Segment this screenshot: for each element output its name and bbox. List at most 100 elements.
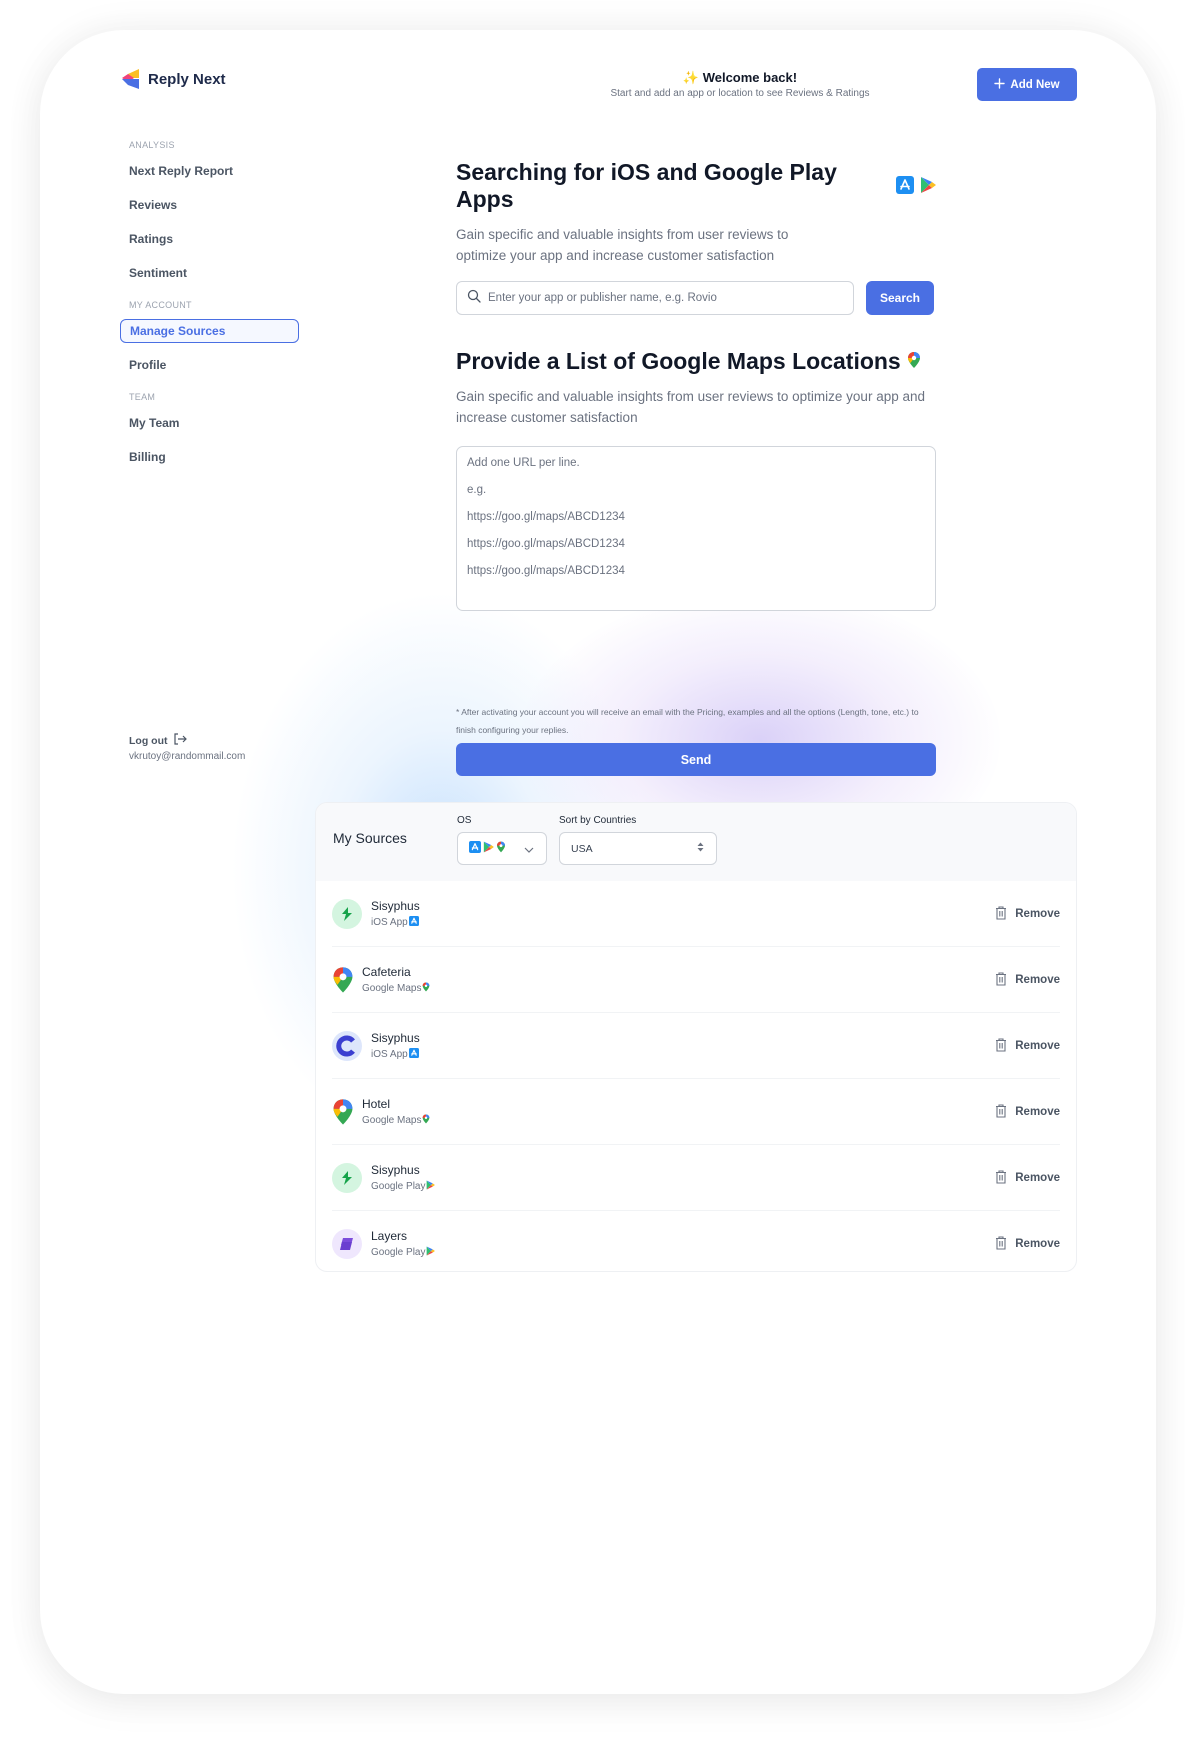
trash-icon [995,905,1007,923]
url-placeholder-line: https://goo.gl/maps/ABCD1234 [467,538,625,550]
source-name: Sisyphus [371,898,420,913]
remove-source-button[interactable]: Remove [995,1145,1060,1211]
source-name: Cafeteria [362,964,411,979]
sidebar-item-manage-sources[interactable]: Manage Sources [120,319,299,343]
source-type: Google Play [371,1180,436,1193]
sources-title: My Sources [333,830,407,846]
source-type-text: iOS App [371,916,408,928]
search-button[interactable]: Search [866,281,934,315]
reply-next-logo-icon [120,67,142,91]
sort-arrows-icon [697,842,704,855]
google-play-icon [483,840,494,858]
sidebar-item-my-team[interactable]: My Team [120,406,310,440]
remove-label: Remove [1015,908,1060,920]
app-name: Reply Next [148,70,226,88]
remove-label: Remove [1015,1172,1060,1184]
source-row: Sisyphus iOS App Remove [332,881,1060,947]
google-play-icon [920,173,936,200]
remove-label: Remove [1015,974,1060,986]
source-type: iOS App [371,915,420,929]
maps-url-textarea[interactable]: Add one URL per line. e.g. https://goo.g… [456,446,936,611]
app-search-input-wrapper[interactable] [456,281,854,315]
google-maps-pin-avatar [332,965,354,995]
layers-app-avatar [332,1229,362,1259]
google-play-icon [426,1180,436,1193]
remove-source-button[interactable]: Remove [995,1211,1060,1271]
plus-icon [994,77,1006,92]
source-type-text: iOS App [371,1048,408,1060]
sources-header: My Sources OS Sort by Countries USA [316,803,1076,881]
logout-label: Log out [129,734,168,747]
app-store-icon [896,173,914,200]
os-filter-select[interactable] [457,832,547,865]
source-type-text: Google Play [371,1180,426,1192]
logo[interactable]: Reply Next [120,67,226,91]
welcome-title: ✨ Welcome back! [500,70,980,86]
sparkles-icon: ✨ [682,70,700,85]
sidebar-item-billing[interactable]: Billing [120,440,310,474]
url-placeholder-line: https://goo.gl/maps/ABCD1234 [467,511,625,523]
remove-source-button[interactable]: Remove [995,947,1060,1013]
add-new-label: Add New [1010,78,1060,91]
welcome-banner: ✨ Welcome back! Start and add an app or … [500,70,980,99]
my-sources-card: My Sources OS Sort by Countries USA Sisy… [315,802,1077,1272]
sidebar-item-profile[interactable]: Profile [120,348,310,382]
sidebar-item-sentiment[interactable]: Sentiment [120,256,310,290]
sisyphus-app-avatar [332,1030,362,1061]
google-maps-icon [907,348,921,375]
app-store-icon [408,1047,419,1061]
source-type: Google Maps [362,982,430,995]
source-name: Sisyphus [371,1162,420,1177]
country-selected-value: USA [571,842,593,855]
app-store-icon [469,840,481,858]
remove-source-button[interactable]: Remove [995,1013,1060,1079]
sources-list: Sisyphus iOS App Remove Cafeteria Google… [316,881,1076,1271]
source-name: Hotel [362,1096,391,1111]
sisyphus-app-avatar [332,898,362,929]
remove-label: Remove [1015,1238,1060,1250]
app-search-section: Searching for iOS and Google Play Apps G… [456,159,936,315]
remove-label: Remove [1015,1040,1060,1052]
sidebar-item-ratings[interactable]: Ratings [120,222,310,256]
sidebar-item-reviews[interactable]: Reviews [120,188,310,222]
source-type: Google Play [371,1246,436,1259]
sisyphus-app-avatar [332,1162,362,1193]
maps-locations-section: Provide a List of Google Maps Locations … [456,348,936,611]
send-button[interactable]: Send [456,743,936,776]
account-footer: Log out vkrutoy@randommail.com [129,733,245,762]
trash-icon [995,1037,1007,1055]
app-search-title: Searching for iOS and Google Play Apps [456,159,936,213]
activation-note: * After activating your account you will… [456,707,919,735]
app-search-input[interactable] [488,292,828,304]
sidebar-item-next-reply-report[interactable]: Next Reply Report [120,154,310,188]
app-store-icon [408,915,419,929]
sidebar-section-my-account: MY ACCOUNT [129,300,192,310]
remove-source-button[interactable]: Remove [995,1079,1060,1145]
source-name: Layers [371,1229,408,1243]
source-row: Cafeteria Google Maps Remove [332,947,1060,1013]
source-type-text: Google Maps [362,982,422,994]
source-type: Google Maps [362,1114,430,1127]
chevron-down-icon [524,840,534,858]
country-sort-select[interactable]: USA [559,832,717,865]
app-window: Reply Next ✨ Welcome back! Start and add… [40,30,1156,1694]
google-play-icon [426,1246,436,1259]
source-type-text: Google Maps [362,1114,422,1126]
logout-button[interactable]: Log out [129,733,245,748]
google-maps-icon [422,1114,430,1127]
google-maps-icon [496,840,506,858]
add-new-button[interactable]: Add New [977,68,1077,101]
source-row: Layers Google Play Remove [332,1211,1060,1271]
maps-section-description: Gain specific and valuable insights from… [456,389,925,425]
welcome-title-text: Welcome back! [702,70,798,85]
google-maps-pin-avatar [332,1097,354,1127]
source-row: Hotel Google Maps Remove [332,1079,1060,1145]
url-placeholder-line: https://goo.gl/maps/ABCD1234 [467,565,625,577]
logout-icon [173,733,188,748]
country-filter-label: Sort by Countries [559,815,637,826]
source-row: Sisyphus iOS App Remove [332,1013,1060,1079]
sidebar-section-team: TEAM [129,392,156,402]
user-email: vkrutoy@randommail.com [129,751,246,762]
remove-source-button[interactable]: Remove [995,881,1060,947]
sidebar-nav: ANALYSIS Next Reply Report Reviews Ratin… [120,140,310,474]
